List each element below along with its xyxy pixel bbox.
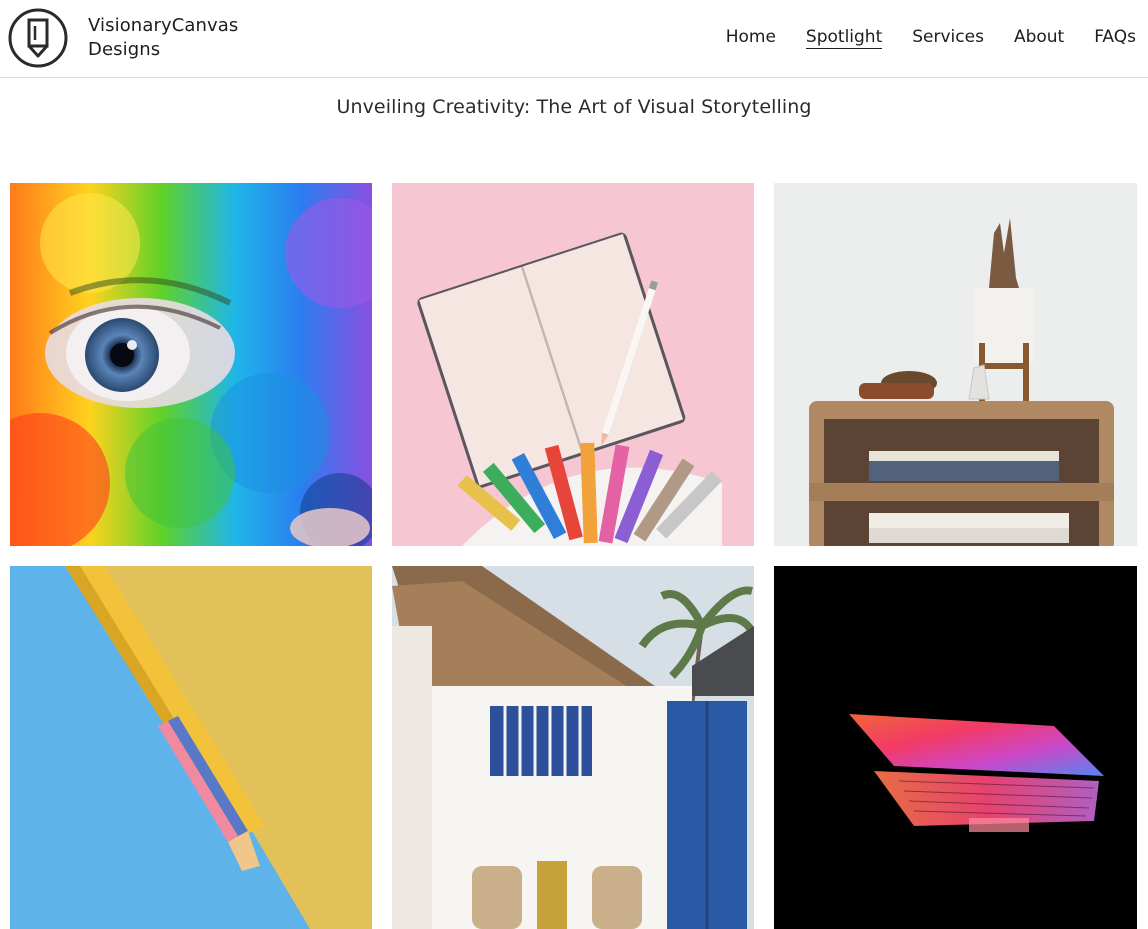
main-nav: Home Spotlight Services About FAQs	[726, 26, 1136, 49]
nav-spotlight[interactable]: Spotlight	[805, 26, 883, 49]
white-house-image	[392, 566, 754, 929]
gallery-image-wooden-shelf[interactable]	[774, 183, 1137, 546]
painted-eye-image	[10, 183, 372, 546]
nav-home[interactable]: Home	[726, 26, 776, 49]
brand-name: VisionaryCanvas Designs	[88, 14, 238, 62]
page-title: Unveiling Creativity: The Art of Visual …	[336, 96, 812, 118]
gallery-image-painted-eye[interactable]	[10, 183, 372, 546]
notebook-swatches-image	[392, 183, 754, 546]
gallery-image-pencils[interactable]	[10, 566, 372, 929]
brand-link[interactable]: VisionaryCanvas Designs	[8, 8, 238, 68]
nav-about[interactable]: About	[1014, 26, 1064, 49]
gallery-image-laptop[interactable]	[774, 566, 1137, 929]
wooden-shelf-image	[774, 183, 1137, 546]
nav-faqs[interactable]: FAQs	[1094, 26, 1136, 49]
brand-line-2: Designs	[88, 39, 161, 60]
pencil-badge-icon	[8, 8, 68, 68]
pencils-image	[10, 566, 372, 929]
laptop-image	[774, 566, 1137, 929]
gallery-image-white-house[interactable]	[392, 566, 754, 929]
gallery-grid	[10, 183, 1140, 929]
brand-line-1: VisionaryCanvas	[88, 15, 239, 36]
nav-services[interactable]: Services	[912, 26, 984, 49]
gallery-image-notebook-swatches[interactable]	[392, 183, 754, 546]
site-header: VisionaryCanvas Designs Home Spotlight S…	[0, 0, 1148, 78]
